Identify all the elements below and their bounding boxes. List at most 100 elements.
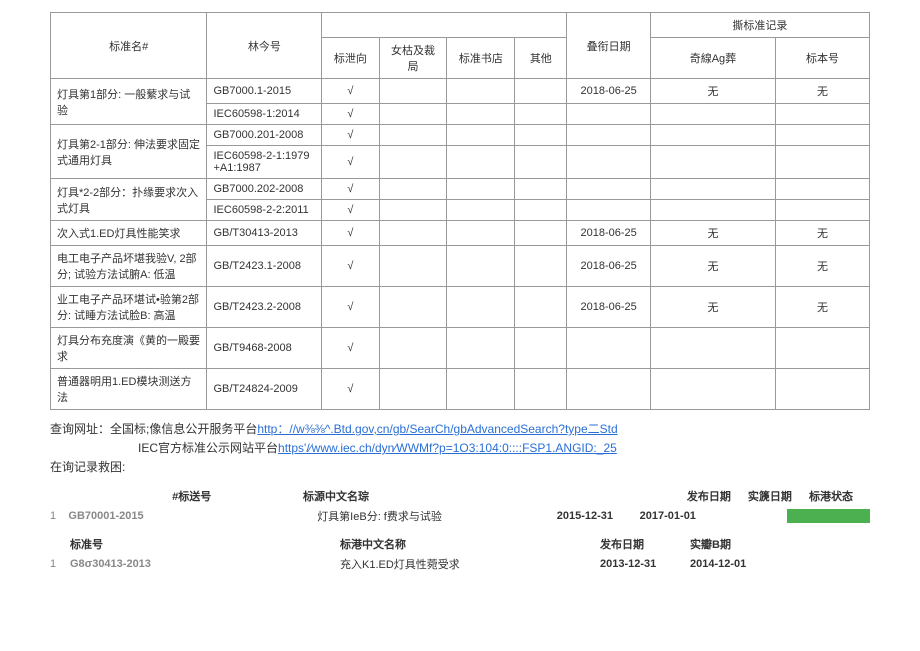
cell-c2 [379,179,447,200]
cell-r2: 无 [776,221,870,246]
h1-d5: 标港状态 [809,488,870,504]
cell-r1: 无 [650,287,775,328]
cell-c4 [515,200,567,221]
r1-d2: 2017-01-01 [640,510,723,522]
link2-url[interactable]: https'/∕www.iec.ch/dyn∕WWMf?p=1O3:104:0:… [278,441,617,455]
cell-name: 普通器明用1.ED模块测送方法 [51,369,207,410]
r1-idx: 1 [50,510,68,522]
cell-c1: √ [322,179,379,200]
cell-num: IEC60598-1:2014 [207,104,322,125]
cell-c1: √ [322,146,379,179]
records-block: #标送号 标源中文名琮 发布日期 实篪日期 标港状态 1 GB70001-201… [50,486,870,574]
th-c1: 标泄向 [322,38,379,79]
links-block: 查询网址：全国标;像信息公开服务平台http：//w⅜⅜^.Btd.gov,cn… [50,420,870,478]
table-row: 电工电子产品坏堪我验V, 2部分; 试验方法试腑A: 低温GB/T2423.1-… [51,246,870,287]
cell-num: IEC60598-2-1:1979+A1:1987 [207,146,322,179]
cell-r1: 无 [650,221,775,246]
cell-r2: 无 [776,246,870,287]
cell-r2 [776,328,870,369]
cell-c4 [515,104,567,125]
cell-date: 2018-06-25 [567,287,650,328]
table-row: 灯具*2-2部分：扑缘要求次入式灯具GB7000.202-2008√ [51,179,870,200]
h1-d4: 实篪日期 [748,488,809,504]
cell-r1: 无 [650,246,775,287]
th-r1: 奇線Ag葬 [650,38,775,79]
cell-c2 [379,328,447,369]
table-row: 次入式1.ED灯具性能笑求GB/T30413-2013√2018-06-25无无 [51,221,870,246]
table-row: 业工电子产品环堪试•验第2部分: 试睡方法试脸B: 高温GB/T2423.2-2… [51,287,870,328]
cell-c2 [379,104,447,125]
link-line-1: 查询网址：全国标;像信息公开服务平台http：//w⅜⅜^.Btd.gov,cn… [50,420,870,439]
r2-code: G8σ30413-2013 [70,558,190,570]
cell-date: 2018-06-25 [567,246,650,287]
table-body: 灯具第1部分: 一般蘩求与试验GB7000.1-2015√2018-06-25无… [51,79,870,410]
cell-r2 [776,369,870,410]
h1-name: 标源中文名琮 [303,488,530,504]
cell-date [567,125,650,146]
r1-code: GB70001-2015 [68,510,179,522]
cell-c3 [447,369,515,410]
table-row: 灯具分布充度演《黄的一殿要求GB/T9468-2008√ [51,328,870,369]
cell-c2 [379,246,447,287]
cell-r2: 无 [776,79,870,104]
th-group-blank [322,13,567,38]
cell-name: 灯具第2-1部分: 伸法要求固定式通用灯具 [51,125,207,179]
cell-c2 [379,125,447,146]
cell-c4 [515,179,567,200]
cell-num: GB/T2423.2-2008 [207,287,322,328]
table-row: 普通器明用1.ED模块测送方法GB/T24824-2009√ [51,369,870,410]
link1-label: 查询网址：全国标;像信息公开服务平台 [50,422,257,436]
cell-num: GB7000.202-2008 [207,179,322,200]
cell-num: GB/T24824-2009 [207,369,322,410]
cell-date [567,200,650,221]
cell-r1 [650,146,775,179]
cell-c2 [379,79,447,104]
cell-r2 [776,104,870,125]
r2-idx: 1 [50,558,70,570]
h2-name: 标港中文名称 [340,536,600,552]
cell-date [567,179,650,200]
cell-r1 [650,200,775,221]
cell-c1: √ [322,79,379,104]
r2-d2: 2014-12-01 [690,558,780,570]
cell-c4 [515,146,567,179]
th-r2: 标本号 [776,38,870,79]
link-line-2: IEC官方标准公示网站平台https'/∕www.iec.ch/dyn∕WWMf… [50,439,870,458]
cell-r1 [650,125,775,146]
cell-c3 [447,287,515,328]
cell-c4 [515,287,567,328]
cell-c2 [379,221,447,246]
record-row-2: 1 G8σ30413-2013 充入K1.ED灯具性菀受求 2013-12-31… [50,554,870,574]
cell-c3 [447,328,515,369]
th-date: 叠衔日期 [567,13,650,79]
th-c4: 其他 [515,38,567,79]
header-row-1: 标准名# 林今号 叠衔日期 撕标准记录 [51,13,870,38]
cell-num: GB/T30413-2013 [207,221,322,246]
th-c2: 女枯及裁局 [379,38,447,79]
cell-num: GB/T2423.1-2008 [207,246,322,287]
r2-d1: 2013-12-31 [600,558,690,570]
standards-table: 标准名# 林今号 叠衔日期 撕标准记录 标泄向 女枯及裁局 标准书店 其他 奇線… [50,12,870,410]
table-row: 灯具第2-1部分: 伸法要求固定式通用灯具GB7000.201-2008√ [51,125,870,146]
cell-c4 [515,221,567,246]
r1-d1: 2015-12-31 [557,510,640,522]
cell-r1: 无 [650,79,775,104]
cell-r1 [650,328,775,369]
cell-c1: √ [322,200,379,221]
cell-c3 [447,146,515,179]
cell-num: IEC60598-2-2:2011 [207,200,322,221]
record-header-1: #标送号 标源中文名琮 发布日期 实篪日期 标港状态 [50,486,870,506]
h2-d1: 发布日期 [600,536,690,552]
link1-url[interactable]: http：//w⅜⅜^.Btd.gov,cn/gb/SearCh/gbAdvan… [257,422,617,436]
cell-r1 [650,369,775,410]
r2-name: 充入K1.ED灯具性菀受求 [340,556,600,572]
cell-name: 灯具分布充度演《黄的一殿要求 [51,328,207,369]
cell-date [567,146,650,179]
h2-d2: 实瓣B期 [690,536,780,552]
r1-name: 灯具第IeB分: f费求与试验 [317,508,557,524]
cell-date [567,104,650,125]
cell-c3 [447,125,515,146]
cell-r2 [776,179,870,200]
cell-date: 2018-06-25 [567,79,650,104]
cell-r1 [650,104,775,125]
